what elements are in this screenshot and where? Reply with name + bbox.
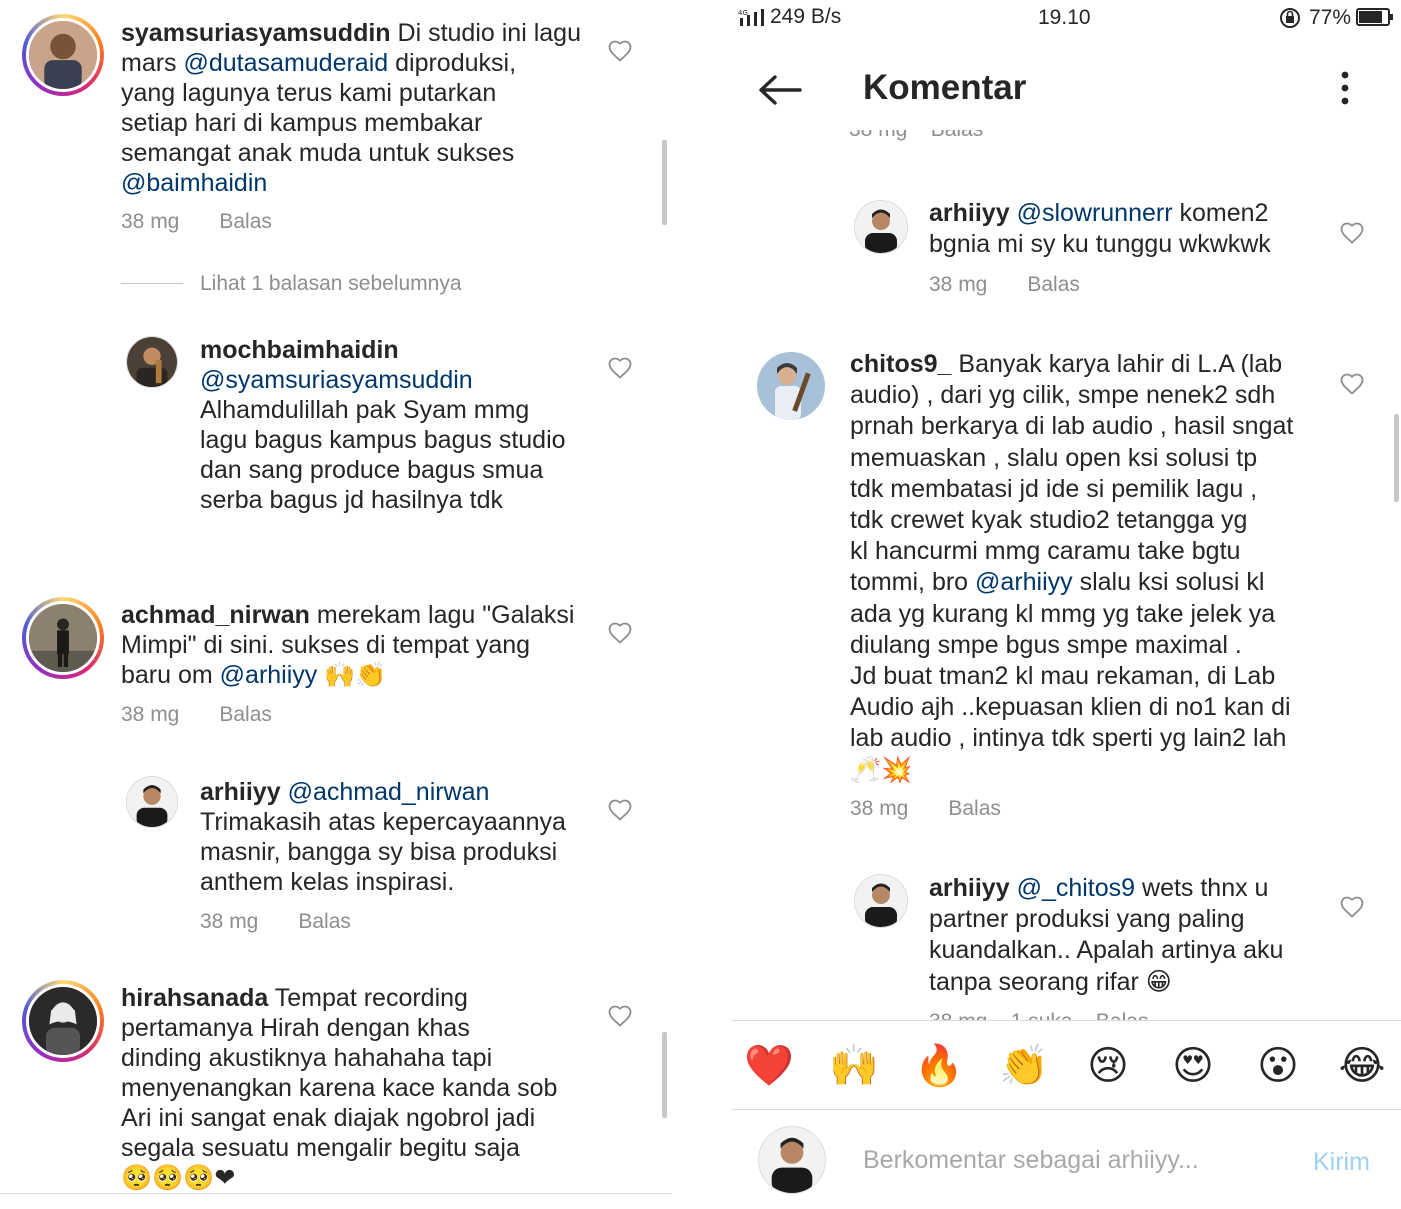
view-replies-line (121, 283, 183, 284)
comment-username[interactable]: mochbaimhaidin (200, 336, 399, 364)
heart-icon[interactable] (608, 799, 632, 821)
comment-input-bar: Berkomentar sebagai arhiiyy... Kirim (732, 1110, 1401, 1209)
network-speed: 249 B/s (770, 5, 842, 28)
heart-icon[interactable] (608, 622, 632, 644)
clipped-meta: 38 mg 1 suka Balas (929, 1008, 1249, 1020)
reply-button[interactable]: Balas (219, 703, 272, 727)
avatar[interactable] (757, 352, 825, 420)
send-button[interactable]: Kirim (1313, 1148, 1370, 1177)
comment-time: 38 mg (929, 273, 988, 296)
comment-text: arhiiyy @slowrunnerr komen2 bgnia mi sy … (929, 199, 1271, 258)
mention-link[interactable]: @arhiiyy (975, 568, 1073, 596)
comment-text: arhiiyy @_chitos9 wets thnx u partner pr… (929, 874, 1284, 996)
comment-meta: 38 mg Balas (121, 703, 312, 727)
emoji-heart-eyes-button[interactable]: 😍 (1168, 1041, 1218, 1091)
emoji-clapping-button[interactable]: 👏 (999, 1041, 1049, 1091)
comment-meta: 38 mg Balas (929, 273, 1120, 297)
avatar[interactable] (854, 874, 908, 928)
comment-text: arhiiyy @achmad_nirwan Trimakasih atas k… (200, 778, 566, 896)
emoji-crying-button[interactable]: 😢 (1083, 1041, 1133, 1091)
heart-icon[interactable] (1340, 373, 1364, 395)
avatar[interactable] (854, 200, 908, 254)
heart-icon[interactable] (608, 1005, 632, 1027)
avatar[interactable] (22, 980, 104, 1062)
header-bar: Komentar (732, 50, 1401, 130)
comment-time: 38 mg (850, 797, 909, 820)
battery-icon (1356, 8, 1394, 26)
comment-username[interactable]: arhiiyy (929, 199, 1010, 227)
scrollbar[interactable] (662, 140, 667, 225)
signal-icon: 4G (738, 8, 768, 26)
heart-icon[interactable] (1340, 896, 1364, 918)
mention-link[interactable]: @slowrunnerr (1017, 199, 1173, 227)
comment-meta: 38 mg Balas (121, 210, 312, 234)
avatar[interactable] (22, 597, 104, 679)
emoji-raising-hands-button[interactable]: 🙌 (829, 1041, 879, 1091)
avatar[interactable] (126, 336, 178, 388)
heart-icon[interactable] (608, 357, 632, 379)
comment-username[interactable]: hirahsanada (121, 984, 268, 1012)
left-comments-panel: syamsuriasyamsuddin Di studio ini lagu m… (0, 0, 672, 1209)
scrollbar[interactable] (1394, 414, 1399, 502)
rotation-lock-icon (1278, 6, 1302, 30)
emoji-laughing-button[interactable]: 😂 (1337, 1041, 1387, 1091)
clipped-meta: 38 mg Balas (849, 130, 1149, 144)
heart-icon[interactable] (1340, 222, 1364, 244)
emoji-quick-bar: ❤️ 🙌 🔥 👏 😢 😍 😮 😂 (732, 1020, 1401, 1110)
reply-button[interactable]: Balas (298, 910, 351, 934)
avatar[interactable] (22, 14, 104, 96)
bottom-divider (0, 1193, 672, 1194)
comment-time: 38 mg (121, 703, 180, 726)
comment-meta: 38 mg Balas (200, 910, 391, 934)
avatar (758, 1126, 826, 1194)
emoji-fire-button[interactable]: 🔥 (914, 1041, 964, 1091)
scrollbar[interactable] (662, 1032, 667, 1118)
more-options-icon[interactable] (1339, 70, 1351, 106)
back-arrow-icon[interactable] (758, 74, 802, 106)
mention-link[interactable]: @achmad_nirwan (288, 778, 490, 806)
heart-icon[interactable] (608, 40, 632, 62)
avatar[interactable] (126, 776, 178, 828)
comment-username[interactable]: arhiiyy (200, 778, 281, 806)
comment-meta: 38 mg Balas (850, 797, 1041, 821)
comment-time: 38 mg (121, 210, 180, 233)
comment-text: achmad_nirwan merekam lagu "Galaksi Mimp… (121, 601, 575, 689)
emoji-surprised-button[interactable]: 😮 (1253, 1041, 1303, 1091)
view-previous-replies[interactable]: Lihat 1 balasan sebelumnya (200, 272, 462, 296)
comment-text: hirahsanada Tempat recording pertamanya … (121, 984, 558, 1192)
mention-link[interactable]: @arhiiyy (220, 661, 318, 689)
clock: 19.10 (1038, 6, 1091, 29)
comment-input[interactable]: Berkomentar sebagai arhiiyy... (863, 1146, 1199, 1175)
mention-link[interactable]: @baimhaidin (121, 169, 267, 197)
mention-link[interactable]: @_chitos9 (1017, 874, 1136, 902)
comment-time: 38 mg (200, 910, 259, 933)
svg-text:4G: 4G (738, 9, 748, 17)
mention-link[interactable]: @dutasamuderaid (184, 49, 389, 77)
comment-username[interactable]: achmad_nirwan (121, 601, 310, 629)
reply-button[interactable]: Balas (948, 797, 1001, 821)
reply-button[interactable]: Balas (219, 210, 272, 234)
battery-percent: 77% (1309, 6, 1352, 29)
comment-username[interactable]: arhiiyy (929, 874, 1010, 902)
comment-text: mochbaimhaidin @syamsuriasyamsuddin Alha… (200, 336, 566, 514)
comment-text: chitos9_ Banyak karya lahir di L.A (lab … (850, 350, 1294, 784)
right-comments-screen: 4G 249 B/s 19.10 77% Komentar 38 mg Bala… (732, 0, 1401, 1209)
comment-username[interactable]: chitos9_ (850, 350, 951, 378)
emoji-heart-button[interactable]: ❤️ (744, 1041, 794, 1091)
reply-button[interactable]: Balas (1027, 273, 1080, 297)
mention-link[interactable]: @syamsuriasyamsuddin (200, 366, 473, 394)
comment-text: syamsuriasyamsuddin Di studio ini lagu m… (121, 19, 581, 197)
status-bar: 4G 249 B/s 19.10 77% (732, 0, 1401, 36)
comment-username[interactable]: syamsuriasyamsuddin (121, 19, 391, 47)
page-title: Komentar (863, 68, 1027, 107)
